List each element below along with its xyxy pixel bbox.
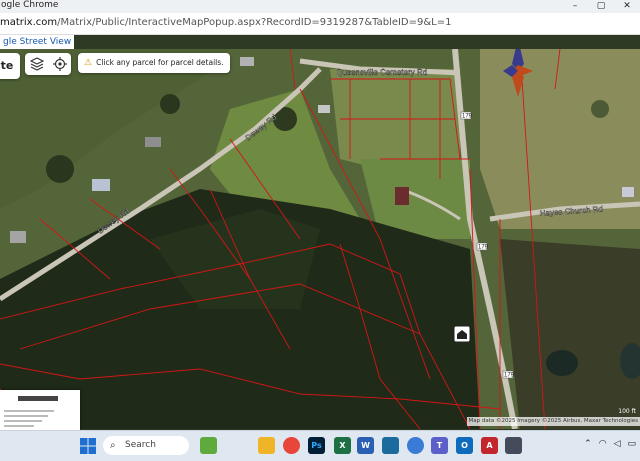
wifi-icon[interactable]: ◠: [599, 439, 607, 449]
teams-icon[interactable]: T: [431, 437, 448, 454]
chevron-up-icon[interactable]: ⌃: [584, 439, 592, 449]
search-placeholder: Search: [125, 440, 156, 450]
pasture-field: [480, 49, 640, 229]
edge-icon[interactable]: [407, 437, 424, 454]
building: [10, 231, 26, 243]
search-icon: ⌕: [110, 440, 116, 451]
document-text-line: [4, 415, 48, 417]
system-tray: ⌃ ◠ ◁ ▭: [584, 439, 636, 449]
acrobat-icon[interactable]: A: [481, 437, 498, 454]
document-logo: [18, 396, 58, 401]
word-icon[interactable]: W: [357, 437, 374, 454]
building: [240, 57, 254, 66]
building: [622, 187, 634, 197]
building: [318, 105, 330, 113]
window-title-bar: ogle Chrome – ▢ ✕: [0, 0, 640, 13]
building: [92, 179, 110, 191]
subject-property-marker-icon[interactable]: [453, 325, 471, 343]
map-attribution: Map data ©2025 Imagery ©2025 Airbus, Max…: [466, 417, 640, 426]
window-title: ogle Chrome: [1, 0, 59, 10]
url-path: /Matrix/Public/InteractiveMapPopup.aspx?…: [57, 17, 452, 28]
address-bar[interactable]: matrix.com/Matrix/Public/InteractiveMapP…: [0, 13, 640, 35]
road-label-queensville: Queensville Cemetery Rd: [336, 68, 427, 77]
layers-icon[interactable]: [29, 57, 44, 71]
windows-start-icon[interactable]: [80, 438, 96, 454]
photoshop-icon[interactable]: Ps: [308, 437, 325, 454]
tree-cluster: [160, 94, 180, 114]
parcel-hint-text: Click any parcel for parcel details.: [96, 58, 224, 67]
app-icon[interactable]: [200, 437, 217, 454]
tree-cluster: [46, 155, 74, 183]
basemap-toggle-button[interactable]: te: [0, 53, 20, 79]
map-tools: [25, 53, 71, 75]
route-shield-1: 179: [460, 111, 473, 120]
app-icon[interactable]: [382, 437, 399, 454]
parcel-hint-banner: ⚠ Click any parcel for parcel details.: [78, 53, 230, 73]
maximize-button[interactable]: ▢: [588, 0, 614, 13]
route-shield-label: 179: [462, 114, 473, 120]
minimize-button[interactable]: –: [562, 0, 588, 13]
satellite-map[interactable]: 179 179 179 Dewey Rd Dewey Rd Queensvill…: [0, 49, 640, 429]
warning-icon: ⚠: [84, 58, 93, 68]
building: [395, 187, 409, 205]
volume-icon[interactable]: ◁: [614, 439, 621, 449]
window-controls: – ▢ ✕: [562, 0, 640, 13]
pond: [546, 350, 578, 376]
building: [145, 137, 161, 147]
route-shield-3: 179: [502, 370, 515, 379]
url-text[interactable]: matrix.com/Matrix/Public/InteractiveMapP…: [0, 17, 452, 28]
route-shield-2: 179: [476, 242, 489, 251]
taskbar-search[interactable]: ⌕ Search: [103, 436, 189, 455]
app-icon[interactable]: [505, 437, 522, 454]
forest-area: [500, 239, 640, 429]
battery-icon[interactable]: ▭: [627, 439, 636, 449]
map-scale: 100 ft: [618, 408, 636, 415]
tree-cluster: [591, 100, 609, 118]
taskbar: ⌕ Search Ps X W T O A ⌃ ◠ ◁ ▭: [0, 430, 640, 461]
locate-icon[interactable]: [52, 57, 67, 71]
route-shield-label: 179: [504, 373, 515, 379]
route-shield-label: 179: [478, 245, 489, 251]
url-host: matrix.com: [0, 17, 58, 28]
map-imagery[interactable]: 179 179 179 Dewey Rd Dewey Rd Queensvill…: [0, 49, 640, 429]
excel-icon[interactable]: X: [334, 437, 351, 454]
document-text-line: [4, 410, 54, 412]
document-text-line: [4, 420, 42, 422]
outlook-icon[interactable]: O: [456, 437, 473, 454]
document-text-line: [4, 425, 34, 427]
chrome-icon[interactable]: [283, 437, 300, 454]
close-button[interactable]: ✕: [614, 0, 640, 13]
file-explorer-icon[interactable]: [258, 437, 275, 454]
